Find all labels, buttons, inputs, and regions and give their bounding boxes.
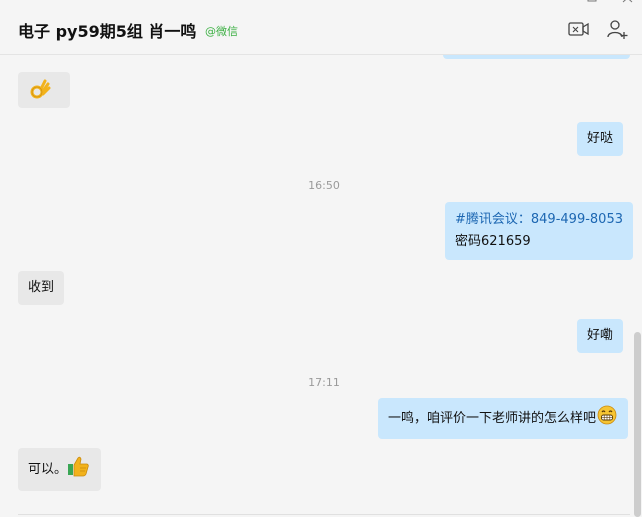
message-text: 密码621659 [455, 234, 531, 249]
message-bubble-outgoing[interactable]: #腾讯会议：849-499-8053 密码621659 [445, 202, 633, 260]
message-bubble-outgoing[interactable]: 好嘞 [577, 319, 624, 353]
message-list[interactable]: 好哒 16:50 #腾讯会议：849-499-8053 密码621659 收到 … [0, 55, 642, 517]
thumbs-up-emoji-icon [67, 455, 91, 484]
minimize-icon[interactable] [551, 0, 565, 8]
chat-header: 电子 py59期5组 肖一鸣 @微信 [0, 0, 642, 55]
message-bubble-incoming[interactable] [18, 72, 70, 108]
message-bubble-incoming[interactable]: 可以。 [18, 448, 102, 491]
divider [18, 514, 630, 515]
message-text: 收到 [28, 280, 55, 295]
message-bubble-outgoing[interactable]: 一鸣，咱评价一下老师讲的怎么样吧 [378, 398, 629, 439]
wechat-source-label: @微信 [205, 25, 238, 38]
message-text: 好嘞 [587, 328, 614, 343]
close-icon[interactable] [621, 0, 635, 8]
chat-title[interactable]: 电子 py59期5组 肖一鸣 [18, 18, 196, 42]
video-call-icon[interactable] [567, 18, 591, 40]
chat-scrollbar-thumb[interactable] [634, 332, 641, 517]
message-bubble-partial [443, 55, 630, 59]
message-bubble-outgoing[interactable]: 好哒 [577, 122, 624, 156]
message-timestamp: 17:11 [308, 376, 340, 389]
meeting-link[interactable]: #腾讯会议：849-499-8053 [455, 209, 623, 231]
ok-hand-emoji-icon [28, 79, 52, 108]
message-timestamp: 16:50 [308, 179, 340, 192]
message-text: 一鸣，咱评价一下老师讲的怎么样吧 [388, 411, 597, 426]
message-bubble-incoming[interactable]: 收到 [18, 271, 65, 305]
maximize-icon[interactable] [585, 0, 599, 8]
message-text: 可以。 [28, 462, 68, 477]
grin-emoji-icon [596, 405, 618, 432]
message-text: 好哒 [587, 131, 614, 146]
add-member-icon[interactable] [606, 18, 630, 40]
